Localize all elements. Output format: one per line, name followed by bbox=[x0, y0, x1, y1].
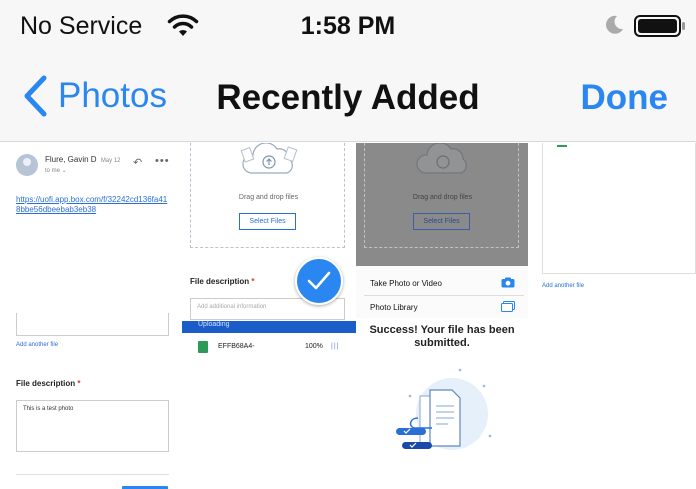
label-text: File description bbox=[16, 379, 76, 388]
battery-icon bbox=[634, 15, 685, 37]
cloud-upload-icon bbox=[416, 143, 467, 174]
reply-icon: ↶ bbox=[133, 157, 143, 169]
success-panel: Success! Your file has been submitted. bbox=[356, 318, 528, 489]
email-sender: Flure, Gavin D May 12 bbox=[45, 155, 121, 164]
add-another-file-link: Add another file bbox=[542, 283, 585, 289]
action-sheet: Take Photo or Video Photo Library bbox=[356, 266, 528, 318]
file-progress: 100% bbox=[305, 343, 323, 350]
drop-zone-text: Drag and drop files bbox=[238, 194, 299, 201]
divider bbox=[364, 295, 524, 296]
avatar bbox=[16, 154, 38, 176]
status-bar: No Service 1:58 PM bbox=[0, 0, 696, 52]
photo-thumbnail[interactable]: Add another file bbox=[528, 143, 696, 489]
required-mark: * bbox=[77, 379, 81, 388]
checkmark-icon bbox=[307, 271, 331, 290]
select-files-button: Select Files bbox=[239, 213, 296, 230]
select-files-button: Select Files bbox=[413, 213, 470, 230]
file-indicator bbox=[557, 145, 567, 147]
camera-icon bbox=[501, 277, 515, 288]
documents-submitted-illustration bbox=[396, 368, 492, 450]
photo-library-icon bbox=[501, 301, 515, 312]
sender-name: Flure, Gavin D bbox=[45, 155, 97, 164]
photo-thumbnail[interactable]: Flure, Gavin D May 12 to me ⌄ ↶ ••• http… bbox=[0, 143, 182, 489]
photo-thumbnail[interactable]: Drag and drop files Select Files Take Ph… bbox=[356, 143, 528, 489]
photo-grid: Flure, Gavin D May 12 to me ⌄ ↶ ••• http… bbox=[0, 143, 696, 489]
recipient-label: to me bbox=[45, 168, 61, 174]
clock: 1:58 PM bbox=[300, 12, 396, 40]
form-panel bbox=[542, 143, 696, 274]
file-name: EFFB68A4- bbox=[218, 343, 255, 350]
upload-progress-bar: Uploading bbox=[182, 321, 356, 333]
selected-checkmark-icon bbox=[295, 257, 343, 305]
add-another-file-link: Add another file bbox=[16, 342, 59, 348]
spreadsheet-file-icon bbox=[198, 341, 208, 353]
success-message: Success! Your file has been submitted. bbox=[369, 324, 515, 349]
email-recipient: to me ⌄ bbox=[45, 168, 67, 174]
drop-zone-text: Drag and drop files bbox=[412, 194, 473, 201]
cloud-upload-icon bbox=[240, 143, 298, 174]
label-text: File description bbox=[190, 277, 250, 286]
done-button[interactable]: Done bbox=[581, 78, 669, 118]
navigation-bar: Photos Recently Added Done bbox=[0, 52, 696, 142]
email-link: https://uofi.app.box.com/f/32242cd136fa4… bbox=[16, 195, 168, 214]
email-date: May 12 bbox=[100, 158, 121, 164]
file-row: EFFB68A4- 100% ||| bbox=[196, 340, 346, 356]
more-icon: ••• bbox=[155, 155, 170, 167]
photo-library-option: Photo Library bbox=[370, 303, 418, 312]
file-description-label: File description * bbox=[16, 379, 80, 388]
upload-progress-label: Uploading bbox=[198, 321, 230, 328]
dimmed-upload-area: Drag and drop files Select Files bbox=[356, 143, 528, 266]
photo-thumbnail-selected[interactable]: Drag and drop files Select Files File de… bbox=[182, 143, 356, 489]
input-field bbox=[16, 313, 169, 336]
drop-zone: Drag and drop files Select Files bbox=[190, 143, 345, 248]
take-photo-option: Take Photo or Video bbox=[370, 279, 442, 288]
file-description-field: This is a test photo bbox=[16, 400, 169, 452]
file-status-bars: ||| bbox=[331, 343, 340, 350]
drop-zone: Drag and drop files Select Files bbox=[364, 143, 519, 248]
file-description-label: File description * bbox=[190, 277, 254, 286]
required-mark: * bbox=[251, 277, 255, 286]
moon-icon bbox=[606, 15, 623, 34]
divider bbox=[16, 474, 169, 475]
